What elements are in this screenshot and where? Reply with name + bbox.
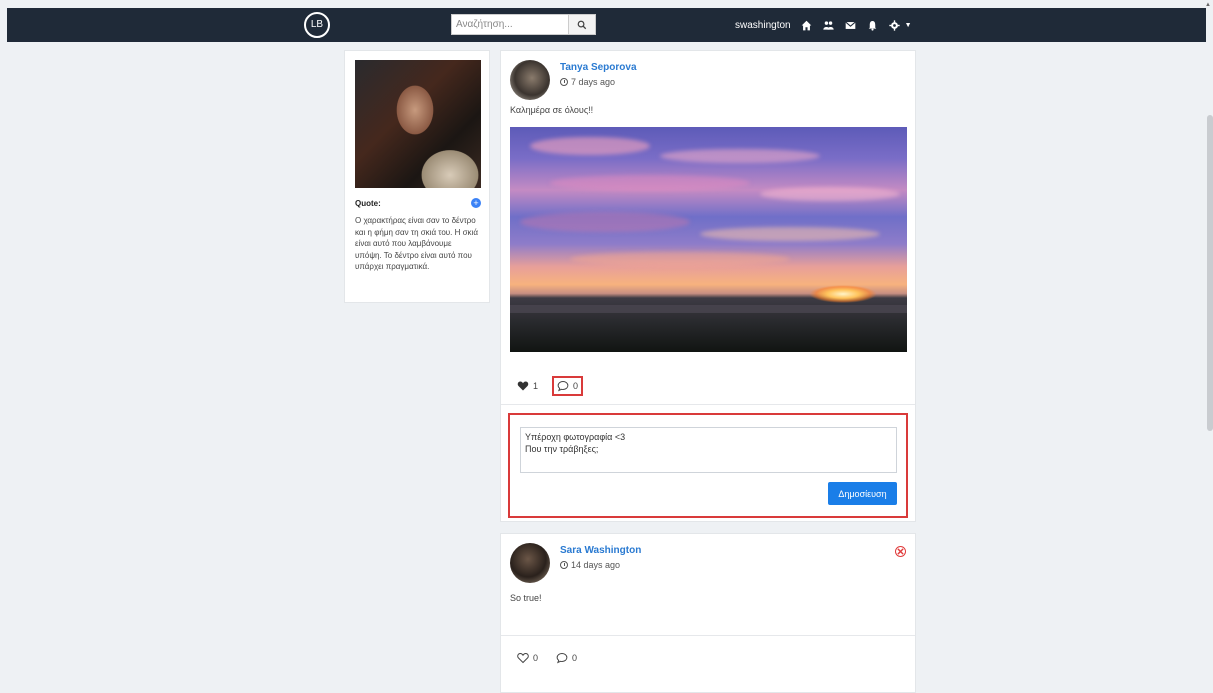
logo[interactable]: LB (304, 12, 330, 38)
post-text: So true! (510, 593, 542, 603)
post-author[interactable]: Sara Washington (560, 545, 641, 556)
search-icon (577, 20, 587, 29)
scroll-up-icon[interactable]: ▲ (1205, 2, 1211, 8)
quote-text: Ο χαρακτήρας είναι σαν το δέντρο και η φ… (355, 216, 478, 271)
post-author[interactable]: Tanya Seporova (560, 62, 637, 73)
post-card: Tanya Seporova 7 days ago Καλημέρα σε όλ… (500, 50, 916, 522)
post-text: Καλημέρα σε όλους!! (510, 105, 594, 115)
like-count: 1 (533, 381, 539, 391)
post-time-text: 14 days ago (571, 560, 621, 570)
publish-button[interactable]: Δημοσίευση (828, 482, 897, 505)
post-actions: 0 0 (517, 652, 577, 664)
delete-post-button[interactable] (895, 546, 906, 557)
settings-icon[interactable] (889, 19, 901, 31)
bell-icon[interactable] (867, 19, 879, 31)
mail-icon[interactable] (845, 19, 857, 31)
post-image[interactable] (510, 127, 907, 352)
close-icon (897, 548, 904, 555)
post-time-text: 7 days ago (571, 77, 616, 87)
chevron-down-icon[interactable]: ▼ (905, 22, 912, 29)
friends-icon[interactable] (823, 19, 835, 31)
clock-icon (560, 561, 568, 569)
comment-form: Υπέροχη φωτογραφία <3 Που την τράβηξες; … (508, 413, 908, 518)
post-actions: 1 0 (517, 376, 584, 396)
heart-outline-icon (517, 653, 529, 664)
quote-title: Quote: (355, 199, 381, 208)
post-card: Sara Washington 14 days ago So true! 0 0 (500, 533, 916, 693)
divider (501, 404, 915, 405)
add-quote-icon[interactable]: + (471, 198, 481, 208)
like-count: 0 (533, 653, 539, 663)
divider (501, 635, 915, 636)
page-scrollbar[interactable] (1207, 115, 1213, 431)
comment-count: 0 (573, 381, 579, 391)
post-time: 14 days ago (560, 560, 620, 570)
clock-icon (560, 78, 568, 86)
username-link[interactable]: swashington (735, 20, 791, 31)
comment-input[interactable]: Υπέροχη φωτογραφία <3 Που την τράβηξες; (520, 427, 897, 473)
comment-button[interactable]: 0 (556, 652, 577, 664)
like-button[interactable]: 1 (517, 380, 538, 392)
comment-count: 0 (572, 653, 578, 663)
like-button[interactable]: 0 (517, 652, 538, 664)
search-input[interactable] (451, 14, 568, 35)
profile-photo[interactable] (355, 60, 481, 188)
comment-icon (556, 653, 568, 664)
top-navbar: LB swashington ▼ (7, 8, 1206, 42)
comment-icon (557, 381, 569, 392)
avatar[interactable] (510, 60, 550, 100)
post-time: 7 days ago (560, 77, 615, 87)
search-bar (451, 14, 596, 35)
heart-filled-icon (517, 381, 529, 391)
home-icon[interactable] (801, 19, 813, 31)
avatar[interactable] (510, 543, 550, 583)
nav-right: swashington ▼ (735, 8, 912, 42)
search-button[interactable] (568, 14, 596, 35)
comment-button[interactable]: 0 (552, 376, 584, 396)
profile-card: Quote: + Ο χαρακτήρας είναι σαν το δέντρ… (344, 50, 490, 303)
